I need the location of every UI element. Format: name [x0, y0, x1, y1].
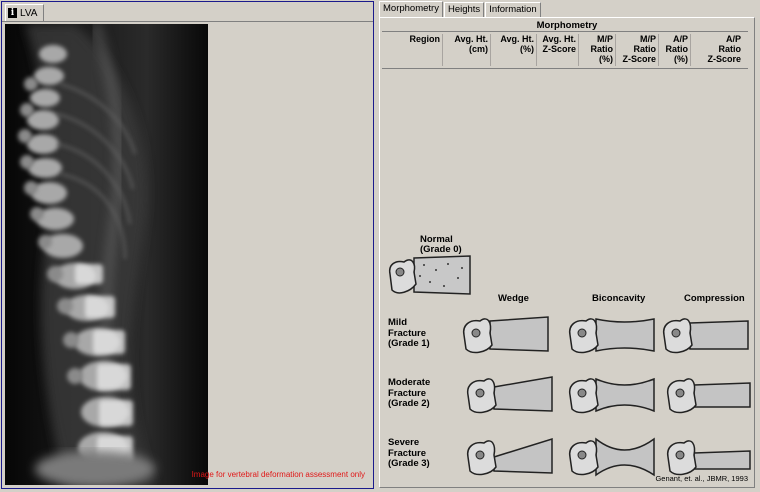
tab-morphometry[interactable]: Morphometry: [379, 1, 443, 17]
info-icon: i: [8, 8, 17, 18]
severe-wedge-vertebra: [466, 437, 553, 476]
col-region[interactable]: Region: [382, 34, 443, 66]
col-mp-ratio-zscore[interactable]: M/P Ratio Z-Score: [616, 34, 659, 66]
tab-lva-label: LVA: [20, 7, 38, 19]
col-ap-ratio-zscore[interactable]: A/P Ratio Z-Score: [691, 34, 743, 66]
compression-column-label: Compression: [684, 293, 745, 304]
image-pane: i LVA Image for vertebral deformation as…: [1, 1, 374, 489]
wedge-column-label: Wedge: [498, 293, 529, 304]
mild-biconcavity-vertebra: [568, 318, 655, 354]
image-tab-bar: i LVA: [2, 2, 373, 22]
col-avg-ht-zscore[interactable]: Avg. Ht. Z-Score: [537, 34, 579, 66]
spine-xray-image: [5, 24, 208, 485]
normal-vertebra-diagram: [388, 255, 471, 295]
mild-wedge-vertebra: [462, 316, 549, 354]
moderate-biconcavity-vertebra: [568, 377, 655, 414]
severe-fracture-label: Severe Fracture (Grade 3): [388, 437, 430, 469]
mild-compression-vertebra: [662, 318, 749, 354]
severe-compression-vertebra: [666, 440, 751, 476]
normal-grade-label: Normal (Grade 0): [420, 234, 462, 255]
severe-biconcavity-vertebra: [568, 437, 655, 477]
moderate-fracture-label: Moderate Fracture (Grade 2): [388, 377, 431, 409]
mild-fracture-label: Mild Fracture (Grade 1): [388, 317, 430, 349]
morphometry-title: Morphometry: [536, 20, 598, 31]
morphometry-table: Region Avg. Ht. (cm) Avg. Ht. (%) Avg. H…: [382, 31, 748, 69]
table-header-row: Region Avg. Ht. (cm) Avg. Ht. (%) Avg. H…: [382, 31, 748, 69]
col-avg-ht-cm[interactable]: Avg. Ht. (cm): [443, 34, 491, 66]
analysis-pane: Morphometry Heights Information Morphome…: [377, 0, 760, 492]
chart-citation: Genant, et. al., JBMR, 1993: [655, 474, 748, 483]
tab-information[interactable]: Information: [485, 2, 541, 17]
morphometry-panel: Morphometry Region Avg. Ht. (cm) Avg. Ht…: [379, 17, 755, 488]
moderate-wedge-vertebra: [466, 376, 553, 414]
col-mp-ratio-pct[interactable]: M/P Ratio (%): [579, 34, 616, 66]
tab-heights[interactable]: Heights: [443, 2, 485, 17]
biconcavity-column-label: Biconcavity: [592, 293, 646, 304]
xray-viewer[interactable]: Image for vertebral deformation assessme…: [5, 24, 369, 485]
col-ap-ratio-pct[interactable]: A/P Ratio (%): [659, 34, 691, 66]
xray-disclaimer: Image for vertebral deformation assessme…: [191, 470, 365, 479]
moderate-compression-vertebra: [666, 378, 751, 414]
analysis-tab-bar: Morphometry Heights Information: [379, 1, 542, 18]
tab-lva[interactable]: i LVA: [5, 4, 45, 21]
col-avg-ht-pct[interactable]: Avg. Ht. (%): [491, 34, 537, 66]
